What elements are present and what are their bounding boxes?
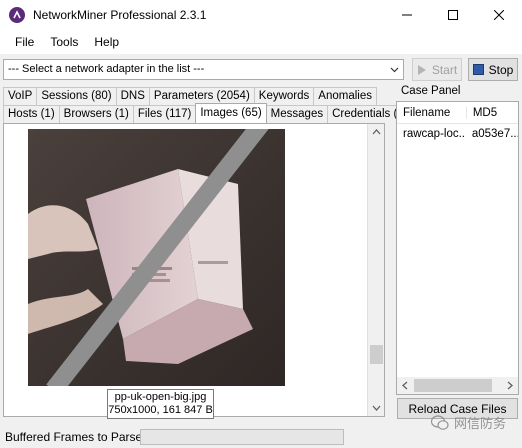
network-adapter-value: --- Select a network adapter in the list… <box>8 63 205 75</box>
images-pane: pp-uk-open-big.jpg 750x1000, 161 847 B <box>3 123 385 419</box>
scroll-left-icon[interactable] <box>398 377 412 394</box>
scrollbar-thumb[interactable] <box>370 345 383 364</box>
buffered-frames-progress <box>140 429 344 445</box>
tab-hosts[interactable]: Hosts (1) <box>3 105 60 123</box>
tab-images[interactable]: Images (65) <box>195 103 267 123</box>
stop-icon <box>472 64 484 75</box>
scroll-right-icon[interactable] <box>503 377 517 394</box>
menu-bar: File Tools Help <box>0 30 522 54</box>
column-filename[interactable]: Filename <box>397 107 466 119</box>
image-thumbnail[interactable] <box>28 129 285 386</box>
networkminer-logo-icon <box>9 7 25 23</box>
title-bar: NetworkMiner Professional 2.3.1 <box>0 0 522 30</box>
case-file-name: rawcap-loc... <box>403 127 466 140</box>
list-item[interactable]: rawcap-loc... a053e7... <box>397 124 518 143</box>
play-icon <box>417 64 426 75</box>
passport-photo-image <box>28 129 285 386</box>
minimize-icon[interactable] <box>384 0 430 30</box>
network-adapter-dropdown[interactable]: --- Select a network adapter in the list… <box>3 59 404 80</box>
tab-dns[interactable]: DNS <box>115 87 150 105</box>
stop-label: Stop <box>488 62 514 77</box>
menu-tools[interactable]: Tools <box>42 35 86 49</box>
scroll-up-icon[interactable] <box>368 125 385 139</box>
image-info: 750x1000, 161 847 B <box>108 404 213 416</box>
menu-file[interactable]: File <box>7 35 42 49</box>
case-panel-hscrollbar[interactable] <box>397 377 518 394</box>
tab-voip[interactable]: VoIP <box>3 87 38 105</box>
scroll-down-icon[interactable] <box>368 401 385 415</box>
case-panel-header: Filename MD5 <box>397 102 518 124</box>
tab-browsers[interactable]: Browsers (1) <box>58 105 134 123</box>
maximize-icon[interactable] <box>430 0 476 30</box>
image-caption: pp-uk-open-big.jpg 750x1000, 161 847 B <box>107 389 214 419</box>
scrollbar-thumb[interactable] <box>414 379 492 392</box>
stop-button[interactable]: Stop <box>468 58 518 81</box>
window-title: NetworkMiner Professional 2.3.1 <box>33 8 207 22</box>
case-file-md5: a053e7... <box>471 127 518 140</box>
toolbar: --- Select a network adapter in the list… <box>0 54 522 84</box>
tab-row-1: VoIP Sessions (80) DNS Parameters (2054)… <box>3 87 377 105</box>
tab-anomalies[interactable]: Anomalies <box>313 87 377 105</box>
start-label: Start <box>431 62 458 77</box>
wechat-icon <box>430 414 449 430</box>
close-icon[interactable] <box>476 0 522 30</box>
tab-row-2: Hosts (1) Browsers (1) Files (117) Image… <box>3 103 419 123</box>
tab-files[interactable]: Files (117) <box>132 105 197 123</box>
case-panel-title: Case Panel <box>401 85 461 97</box>
chevron-down-icon <box>390 67 399 73</box>
case-panel-list[interactable]: Filename MD5 rawcap-loc... a053e7... <box>396 101 519 395</box>
column-md5[interactable]: MD5 <box>465 106 518 119</box>
buffered-frames-label: Buffered Frames to Parse: <box>5 430 146 444</box>
watermark-text: 网信防务 <box>453 416 506 431</box>
image-filename: pp-uk-open-big.jpg <box>114 391 207 403</box>
watermark: 网信防务 <box>430 413 506 432</box>
tab-messages[interactable]: Messages <box>265 105 329 123</box>
start-button[interactable]: Start <box>412 58 462 81</box>
tab-sessions[interactable]: Sessions (80) <box>36 87 117 105</box>
images-scrollbar[interactable] <box>367 124 384 416</box>
menu-help[interactable]: Help <box>86 35 127 49</box>
